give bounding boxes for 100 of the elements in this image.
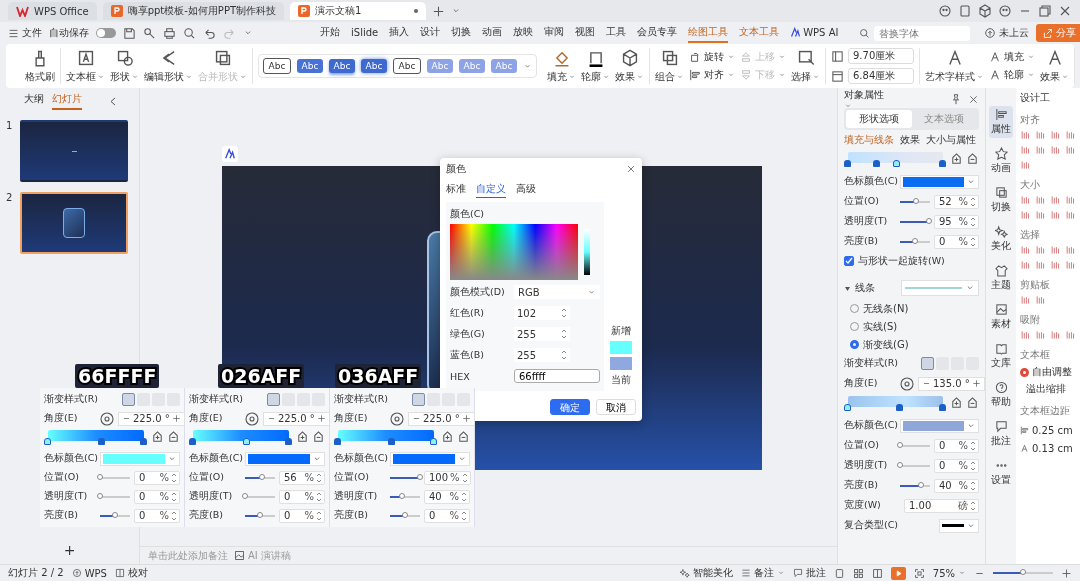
- radio-button[interactable]: [850, 340, 859, 349]
- hex-field[interactable]: 66ffff: [514, 369, 600, 383]
- text-effect-button[interactable]: 效果: [1040, 48, 1069, 84]
- slideshow-button[interactable]: [890, 566, 906, 580]
- spinner-icon[interactable]: [461, 509, 467, 522]
- slider[interactable]: [245, 476, 275, 479]
- gradient-stop[interactable]: [44, 438, 51, 445]
- slider[interactable]: [100, 476, 130, 479]
- sidebar-button[interactable]: 素材: [989, 301, 1013, 333]
- checkbox[interactable]: [844, 256, 854, 266]
- dialog-tab[interactable]: 标准: [446, 182, 466, 198]
- spinner-icon[interactable]: [970, 479, 976, 492]
- margin-value[interactable]: 0.13 cm: [1032, 443, 1073, 454]
- slider[interactable]: [390, 495, 420, 498]
- sidebar-button[interactable]: 动画: [989, 145, 1013, 177]
- document-tab[interactable]: 嗨享ppt模板-如何用PPT制作科技: [102, 2, 285, 20]
- slider-thumb[interactable]: [912, 197, 919, 204]
- menu-tab[interactable]: 会员专享: [637, 23, 678, 43]
- margin-value[interactable]: 0.25 cm: [1032, 425, 1073, 436]
- number-field[interactable]: 0 %: [134, 470, 180, 485]
- angle-field[interactable]: 225.0 °: [263, 411, 330, 426]
- slider-thumb[interactable]: [897, 461, 903, 468]
- shape-style-preset[interactable]: Abc: [329, 59, 355, 73]
- ribbon-button[interactable]: 轮廓: [581, 48, 610, 84]
- slider[interactable]: [390, 514, 420, 517]
- cancel-button[interactable]: 取消: [596, 399, 636, 415]
- number-field[interactable]: 0 %: [279, 508, 325, 523]
- menu-tab[interactable]: 审阅: [544, 23, 565, 43]
- spinner-icon[interactable]: [171, 471, 177, 484]
- slide-thumbnail[interactable]: [20, 120, 128, 182]
- color-mode-dropdown[interactable]: RGB: [514, 285, 600, 299]
- ribbon-button[interactable]: 填充: [547, 48, 576, 84]
- panel-title[interactable]: 对象属性: [844, 88, 884, 110]
- shape-style-preset[interactable]: Abc: [297, 59, 323, 73]
- number-field[interactable]: 0 %: [934, 234, 979, 249]
- collapse-icon[interactable]: [109, 96, 116, 106]
- spinner-icon[interactable]: [970, 195, 976, 208]
- shape-style-preset[interactable]: Abc: [263, 58, 291, 74]
- number-field[interactable]: 0 %: [934, 438, 979, 453]
- slider[interactable]: [100, 495, 130, 498]
- slider[interactable]: [100, 514, 130, 517]
- menu-tab[interactable]: 切换: [451, 23, 472, 43]
- property-tab[interactable]: 大小与属性: [926, 133, 976, 147]
- number-field[interactable]: 40 %: [424, 489, 470, 504]
- color-dropdown[interactable]: [900, 174, 979, 189]
- format-painter-button[interactable]: 格式刷: [25, 48, 55, 84]
- wps-button[interactable]: WPS: [71, 567, 107, 579]
- slider[interactable]: [390, 476, 420, 479]
- sidebar-button[interactable]: 文库: [989, 340, 1013, 372]
- autosave-toggle[interactable]: [96, 28, 116, 38]
- document-tab[interactable]: 演示文稿1: [290, 2, 427, 20]
- number-field[interactable]: 40 %: [934, 478, 979, 493]
- spinner-icon[interactable]: [970, 499, 976, 512]
- number-field[interactable]: 255: [514, 348, 570, 362]
- angle-field[interactable]: 225.0 °: [408, 411, 475, 426]
- slider-thumb[interactable]: [918, 481, 924, 488]
- text-fill-button[interactable]: 填充: [989, 50, 1035, 64]
- gradient-stop[interactable]: [430, 438, 437, 445]
- number-field[interactable]: 102: [514, 306, 570, 320]
- gradient-stop[interactable]: [939, 404, 946, 411]
- spinner-icon[interactable]: [561, 328, 567, 340]
- number-field[interactable]: 56 %: [279, 470, 325, 485]
- number-field[interactable]: 1.00 磅: [904, 498, 979, 513]
- spinner-icon[interactable]: [316, 509, 322, 522]
- slide-thumbnail[interactable]: [20, 192, 128, 254]
- menu-tab[interactable]: 放映: [513, 23, 534, 43]
- menu-tab[interactable]: WPS AI: [790, 23, 839, 43]
- number-field[interactable]: 95 %: [934, 214, 979, 229]
- linear-gradient-option[interactable]: [921, 357, 934, 370]
- option-label[interactable]: 溢出缩排: [1020, 382, 1078, 396]
- slider-thumb[interactable]: [258, 473, 265, 480]
- slider-thumb[interactable]: [1020, 569, 1026, 575]
- slider-thumb[interactable]: [897, 441, 903, 448]
- slider-thumb[interactable]: [97, 473, 103, 480]
- slider-thumb[interactable]: [402, 511, 408, 518]
- ribbon-button[interactable]: 对齐: [689, 68, 735, 82]
- spinner-icon[interactable]: [461, 471, 468, 484]
- sidebar-button[interactable]: 切换: [989, 184, 1013, 216]
- slider-thumb[interactable]: [242, 492, 248, 499]
- ribbon-button[interactable]: 效果: [615, 48, 644, 84]
- menu-tab[interactable]: 工具: [606, 23, 627, 43]
- spinner-icon[interactable]: [970, 235, 976, 248]
- property-tab[interactable]: 效果: [900, 133, 920, 147]
- gradient-stop[interactable]: [844, 160, 851, 167]
- sidebar-button[interactable]: 主题: [989, 262, 1013, 294]
- proofread-button[interactable]: 校对: [114, 566, 148, 580]
- color-dropdown[interactable]: [900, 418, 979, 433]
- gradient-stop[interactable]: [242, 438, 250, 445]
- menu-tab[interactable]: iSlide: [351, 23, 379, 43]
- gradient-stop[interactable]: [896, 404, 904, 411]
- gradient-stop[interactable]: [893, 160, 901, 167]
- slider-thumb[interactable]: [399, 492, 405, 499]
- slider-thumb[interactable]: [257, 511, 263, 518]
- spinner-icon[interactable]: [970, 215, 976, 228]
- spinner-icon[interactable]: [970, 459, 976, 472]
- ribbon-button[interactable]: 文本框: [66, 48, 105, 84]
- spinner-icon[interactable]: [561, 307, 567, 319]
- zoom-dropdown[interactable]: 75%: [932, 567, 966, 579]
- number-field[interactable]: 100 %: [424, 470, 471, 485]
- spinner-icon[interactable]: [461, 490, 467, 503]
